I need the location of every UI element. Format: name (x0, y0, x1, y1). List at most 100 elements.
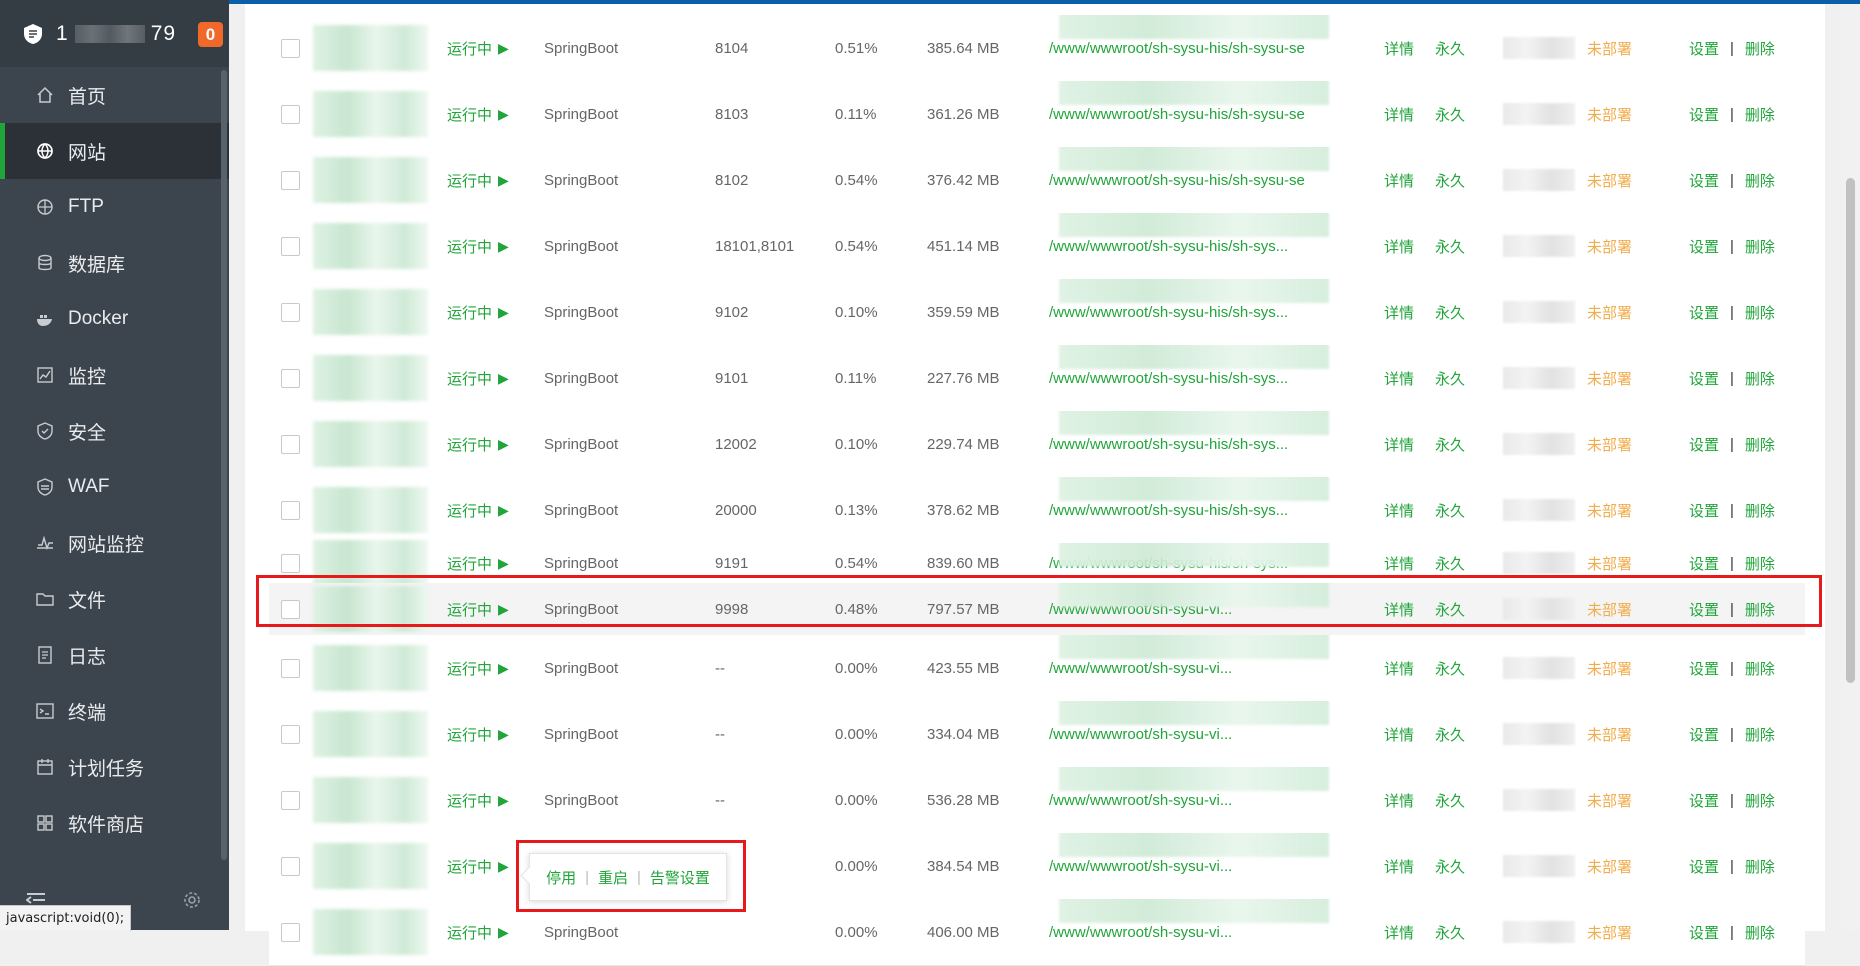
delete-link[interactable]: 删除 (1745, 658, 1775, 679)
detail-link[interactable]: 详情 (1384, 833, 1414, 899)
ssl-status[interactable]: 未部署 (1587, 345, 1632, 411)
site-name-masked[interactable] (313, 355, 428, 401)
table-row[interactable]: 运行中 ▶ SpringBoot 12002 0.10% 229.74 MB/www/ww… (269, 411, 1805, 478)
row-checkbox[interactable] (281, 500, 300, 520)
expire-link[interactable]: 永久 (1435, 477, 1465, 543)
notification-badge[interactable]: 0 (198, 22, 223, 47)
run-status-button[interactable]: 运行中 ▶ (447, 899, 509, 965)
sidebar-item-6[interactable]: 安全 (0, 403, 229, 459)
remark-masked[interactable] (1503, 855, 1575, 877)
sidebar-item-0[interactable]: 首页 (0, 67, 229, 123)
row-checkbox[interactable] (281, 658, 300, 678)
table-row[interactable]: 运行中 ▶ SpringBoot 20000 0.13% 378.62 MB/www/ww… (269, 477, 1805, 544)
expire-link[interactable]: 永久 (1435, 635, 1465, 701)
ssl-status[interactable]: 未部署 (1587, 701, 1632, 767)
project-path[interactable]: /www/wwwroot/sh-sysu-his/sh-sys... (1049, 543, 1349, 583)
row-checkbox[interactable] (281, 856, 300, 876)
table-row[interactable]: 运行中▶SpringBoot--0.00%384.54 MB/www/wwwro… (269, 833, 1805, 900)
run-status-button[interactable]: 运行中 ▶ (447, 15, 509, 81)
row-checkbox[interactable] (281, 553, 300, 573)
delete-link[interactable]: 删除 (1745, 500, 1775, 521)
ssl-status[interactable]: 未部署 (1587, 543, 1632, 583)
site-name-masked[interactable] (313, 711, 428, 757)
remark-masked[interactable] (1503, 921, 1575, 943)
run-status-button[interactable]: 运行中 ▶ (447, 767, 509, 833)
expire-link[interactable]: 永久 (1435, 899, 1465, 965)
detail-link[interactable]: 详情 (1384, 583, 1414, 635)
settings-link[interactable]: 设置 (1689, 724, 1719, 745)
table-row[interactable]: 运行中 ▶ SpringBoot 8104 0.51% 385.64 MB/www/www… (269, 15, 1805, 82)
project-path[interactable]: /www/wwwroot/sh-sysu-vi... (1049, 899, 1349, 965)
remark-masked[interactable] (1503, 657, 1575, 679)
ssl-status[interactable]: 未部署 (1587, 411, 1632, 477)
delete-link[interactable]: 删除 (1745, 170, 1775, 191)
settings-link[interactable]: 设置 (1689, 599, 1719, 620)
remark-masked[interactable] (1503, 301, 1575, 323)
sidebar-item-3[interactable]: 数据库 (0, 235, 229, 291)
table-row[interactable]: 运行中 ▶ SpringBoot -- 0.00% 334.04 MB/www/wwwro… (269, 701, 1805, 768)
run-status-button[interactable]: 运行中 ▶ (447, 279, 509, 345)
run-status-button[interactable]: 运行中 ▶ (447, 345, 509, 411)
detail-link[interactable]: 详情 (1384, 635, 1414, 701)
settings-link[interactable]: 设置 (1689, 434, 1719, 455)
settings-link[interactable]: 设置 (1689, 922, 1719, 943)
run-status-button[interactable]: 运行中 ▶ (447, 477, 509, 543)
row-checkbox[interactable] (281, 302, 300, 322)
site-name-masked[interactable] (313, 91, 428, 137)
delete-link[interactable]: 删除 (1745, 599, 1775, 620)
sidebar-item-10[interactable]: 日志 (0, 627, 229, 683)
sidebar-item-9[interactable]: 文件 (0, 571, 229, 627)
detail-link[interactable]: 详情 (1384, 411, 1414, 477)
delete-link[interactable]: 删除 (1745, 368, 1775, 389)
ssl-status[interactable]: 未部署 (1587, 279, 1632, 345)
remark-masked[interactable] (1503, 723, 1575, 745)
project-path[interactable]: /www/wwwroot/sh-sysu-vi... (1049, 701, 1349, 767)
detail-link[interactable]: 详情 (1384, 213, 1414, 279)
site-name-masked[interactable] (313, 645, 428, 691)
expire-link[interactable]: 永久 (1435, 583, 1465, 635)
sidebar-item-4[interactable]: Docker (0, 291, 229, 347)
expire-link[interactable]: 永久 (1435, 147, 1465, 213)
detail-link[interactable]: 详情 (1384, 767, 1414, 833)
run-status-button[interactable]: 运行中 ▶ (447, 81, 509, 147)
row-checkbox[interactable] (281, 38, 300, 58)
table-row[interactable]: 运行中 ▶ SpringBoot 9998 0.48% 797.57 MB/www/www… (269, 583, 1805, 636)
delete-link[interactable]: 删除 (1745, 553, 1775, 574)
site-name-masked[interactable] (313, 487, 428, 533)
remark-masked[interactable] (1503, 499, 1575, 521)
row-checkbox[interactable] (281, 790, 300, 810)
project-path[interactable]: /www/wwwroot/sh-sysu-his/sh-sys... (1049, 411, 1349, 477)
site-name-masked[interactable] (313, 421, 428, 467)
ssl-status[interactable]: 未部署 (1587, 147, 1632, 213)
project-path[interactable]: /www/wwwroot/sh-sysu-his/sh-sysu-se (1049, 81, 1349, 147)
site-name-masked[interactable] (313, 289, 428, 335)
run-status-button[interactable]: 运行中 ▶ (447, 213, 509, 279)
delete-link[interactable]: 删除 (1745, 790, 1775, 811)
settings-link[interactable]: 设置 (1689, 104, 1719, 125)
ssl-status[interactable]: 未部署 (1587, 81, 1632, 147)
remark-masked[interactable] (1503, 37, 1575, 59)
remark-masked[interactable] (1503, 169, 1575, 191)
run-status-button[interactable]: 运行中 ▶ (447, 543, 509, 583)
main-scrollbar-thumb[interactable] (1846, 178, 1855, 683)
run-status-button[interactable]: 运行中 ▶ (447, 583, 509, 635)
detail-link[interactable]: 详情 (1384, 701, 1414, 767)
remark-masked[interactable] (1503, 433, 1575, 455)
remark-masked[interactable] (1503, 789, 1575, 811)
run-status-button[interactable]: 运行中 ▶ (447, 635, 509, 701)
stop-button[interactable]: 停用 (546, 867, 576, 888)
table-row[interactable]: 运行中 ▶ SpringBoot -- 0.00% 423.55 MB/www/wwwro… (269, 635, 1805, 702)
expire-link[interactable]: 永久 (1435, 543, 1465, 583)
delete-link[interactable]: 删除 (1745, 434, 1775, 455)
settings-link[interactable]: 设置 (1689, 500, 1719, 521)
table-row[interactable]: 运行中 ▶ SpringBoot 8102 0.54% 376.42 MB/www/www… (269, 147, 1805, 214)
run-status-button[interactable]: 运行中 ▶ (447, 147, 509, 213)
row-checkbox[interactable] (281, 922, 300, 942)
sidebar-item-11[interactable]: 终端 (0, 683, 229, 739)
restart-button[interactable]: 重启 (598, 867, 628, 888)
delete-link[interactable]: 删除 (1745, 724, 1775, 745)
project-path[interactable]: /www/wwwroot/sh-sysu-his/sh-sys... (1049, 279, 1349, 345)
detail-link[interactable]: 详情 (1384, 81, 1414, 147)
settings-gear-icon[interactable] (183, 891, 201, 909)
run-status-button[interactable]: 运行中 ▶ (447, 701, 509, 767)
